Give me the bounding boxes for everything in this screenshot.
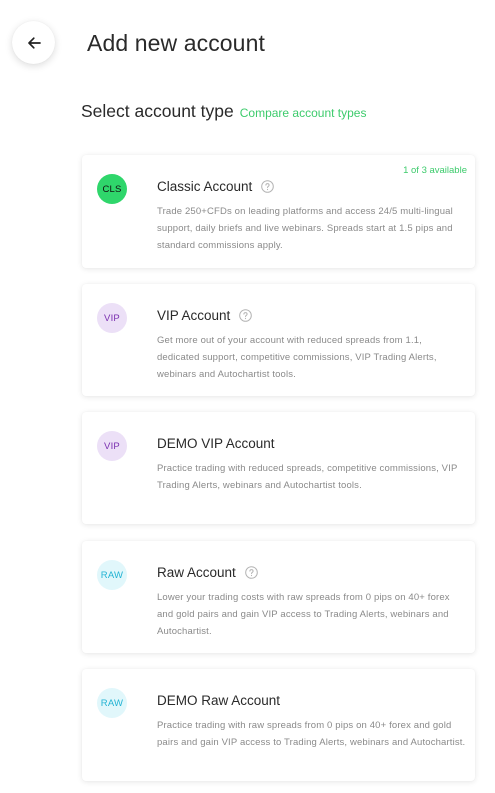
help-icon[interactable] (244, 566, 258, 579)
arrow-left-icon (27, 36, 41, 50)
account-card-description: Practice trading with reduced spreads, c… (157, 463, 458, 491)
account-card-title: VIP Account (157, 308, 231, 323)
account-card-demo-raw[interactable]: RAW DEMO Raw Account Practice trading wi… (82, 669, 475, 781)
availability-count: 1 of 3 available (403, 165, 467, 176)
account-card-title: DEMO Raw Account (157, 693, 281, 708)
help-icon[interactable] (261, 180, 275, 193)
account-type-badge: CLS (97, 174, 127, 204)
account-card-description: Practice trading with raw spreads from 0… (157, 720, 466, 748)
page-title: Add new account (87, 30, 265, 56)
section-title: Select account type (81, 101, 234, 121)
account-type-badge: VIP (97, 303, 127, 333)
account-card-raw[interactable]: RAW Raw Account Lower your trading costs… (82, 541, 475, 653)
back-button[interactable] (12, 21, 55, 64)
account-card-demo-vip[interactable]: VIP DEMO VIP Account Practice trading wi… (82, 412, 475, 524)
add-account-page: Add new account Select account type Comp… (0, 0, 495, 793)
account-card-title: DEMO VIP Account (157, 436, 275, 451)
account-type-badge: VIP (97, 431, 127, 461)
account-card-classic[interactable]: CLS Classic Account 1 of 3 available Tra… (82, 155, 475, 268)
account-card-title: Classic Account (157, 179, 253, 194)
account-type-badge: RAW (97, 560, 127, 590)
section-header: Select account type Compare account type… (81, 101, 366, 122)
account-card-description: Get more out of your account with reduce… (157, 335, 437, 380)
help-icon[interactable] (239, 309, 253, 322)
account-card-description: Lower your trading costs with raw spread… (157, 592, 450, 637)
account-card-vip[interactable]: VIP VIP Account Get more out of your acc… (82, 284, 475, 396)
account-card-title: Raw Account (157, 565, 236, 580)
account-card-description: Trade 250+CFDs on leading platforms and … (157, 206, 453, 251)
compare-account-types-link[interactable]: Compare account types (240, 106, 367, 120)
account-type-badge: RAW (97, 688, 127, 718)
